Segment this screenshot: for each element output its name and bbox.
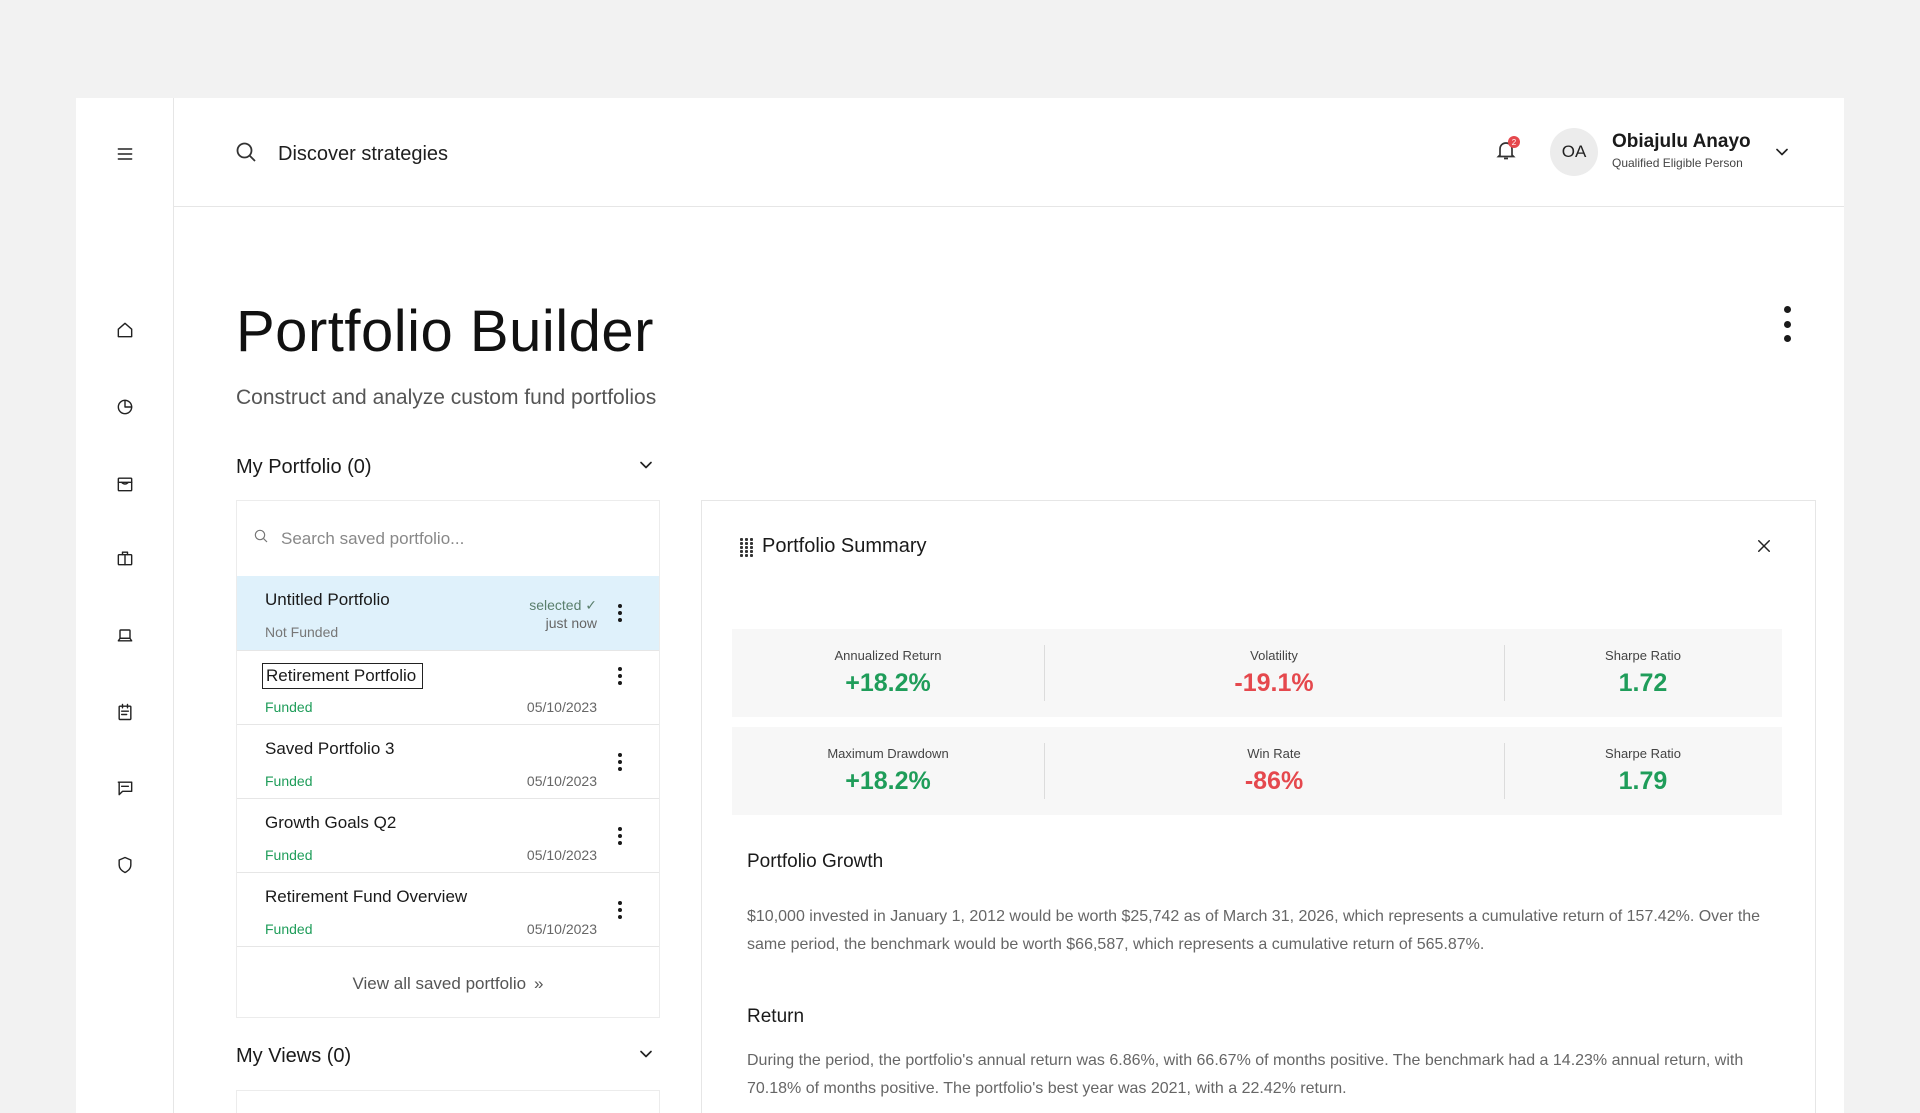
home-icon[interactable] (113, 318, 137, 342)
list-item[interactable]: Retirement Fund Overview Funded 05/10/20… (237, 872, 659, 946)
page-subtitle: Construct and analyze custom fund portfo… (236, 386, 657, 409)
metrics-row: Maximum Drawdown +18.2% Win Rate -86% Sh… (732, 727, 1782, 815)
summary-header: Portfolio Summary (740, 535, 927, 558)
notification-badge: 2 (1508, 136, 1520, 148)
summary-title: Portfolio Summary (762, 535, 927, 557)
search-icon (234, 140, 258, 169)
my-views-toggle[interactable]: My Views (0) (236, 1044, 656, 1069)
chevron-down-icon[interactable] (1772, 142, 1792, 162)
discover-search[interactable]: Discover strategies (234, 140, 448, 169)
double-chevron-right-icon: » (534, 973, 544, 993)
metric-annualized-return: Annualized Return +18.2% (834, 648, 942, 697)
sidebar-rail (76, 98, 174, 1113)
pie-chart-icon[interactable] (113, 395, 137, 419)
kebab-icon[interactable] (617, 901, 623, 919)
app-window: Discover strategies 2 OA Obiajulu Anayo … (76, 98, 1844, 1113)
laptop-icon[interactable] (113, 623, 137, 647)
avatar[interactable]: OA (1550, 128, 1598, 176)
portfolio-name: Retirement Fund Overview (265, 887, 468, 906)
top-bar: Discover strategies 2 OA Obiajulu Anayo … (174, 98, 1844, 207)
portfolio-name: Saved Portfolio 3 (265, 739, 395, 758)
portfolio-date: 05/10/2023 (526, 773, 597, 789)
portfolio-status: Not Funded (265, 624, 339, 640)
my-portfolio-toggle[interactable]: My Portfolio (0) (236, 455, 656, 480)
portfolio-name-input[interactable]: Retirement Portfolio (262, 663, 424, 689)
selected-indicator: selected ✓ just now (529, 597, 597, 631)
view-all-portfolios-link[interactable]: View all saved portfolio » (237, 946, 659, 1020)
metric-win-rate: Win Rate -86% (1044, 727, 1504, 815)
portfolio-search (237, 501, 659, 576)
portfolio-date: 05/10/2023 (526, 699, 597, 715)
portfolio-summary-panel: Portfolio Summary Annualized Return +18.… (701, 500, 1816, 1113)
kebab-icon[interactable] (617, 827, 623, 845)
portfolio-name: Untitled Portfolio (265, 590, 390, 609)
portfolio-search-input[interactable] (281, 528, 621, 549)
store-icon[interactable] (113, 472, 137, 496)
portfolio-name: Growth Goals Q2 (265, 813, 397, 832)
portfolio-status: Funded (265, 699, 313, 715)
list-item[interactable]: Retirement Portfolio Funded 05/10/2023 (237, 650, 659, 724)
kebab-icon[interactable] (617, 667, 623, 685)
list-item[interactable]: Saved Portfolio 3 Funded 05/10/2023 (237, 724, 659, 798)
saved-portfolio-list: Untitled Portfolio Not Funded selected ✓… (236, 500, 660, 1018)
portfolio-date: 05/10/2023 (526, 847, 597, 863)
view-all-label: View all saved portfolio (352, 973, 527, 993)
menu-icon[interactable] (113, 142, 137, 166)
portfolio-status: Funded (265, 921, 313, 937)
portfolio-growth-heading: Portfolio Growth (747, 851, 884, 872)
discover-search-label: Discover strategies (278, 143, 449, 165)
kebab-icon[interactable] (617, 753, 623, 771)
my-views-header: My Views (0) (236, 1045, 352, 1067)
my-views-panel (236, 1090, 660, 1113)
bell-icon (1494, 142, 1518, 166)
user-role: Qualified Eligible Person (1612, 156, 1743, 170)
chevron-down-icon (636, 1044, 656, 1069)
search-icon (253, 528, 269, 549)
briefcase-icon[interactable] (113, 546, 137, 570)
metric-maximum-drawdown: Maximum Drawdown +18.2% (827, 746, 949, 795)
return-text: During the period, the portfolio's annua… (747, 1052, 1744, 1097)
metric-sharpe-ratio: Sharpe Ratio 1.72 (1504, 629, 1782, 717)
portfolio-growth-text: $10,000 invested in January 1, 2012 woul… (747, 908, 1761, 953)
my-portfolio-header: My Portfolio (0) (236, 456, 372, 478)
kebab-icon[interactable] (617, 604, 623, 622)
page-more-menu[interactable] (1782, 306, 1792, 342)
portfolio-status: Funded (265, 847, 313, 863)
metric-volatility: Volatility -19.1% (1044, 629, 1504, 717)
return-heading: Return (747, 1006, 805, 1027)
chevron-down-icon (636, 455, 656, 480)
metric-sharpe-ratio: Sharpe Ratio 1.79 (1504, 727, 1782, 815)
shield-icon[interactable] (113, 853, 137, 877)
list-item[interactable]: Growth Goals Q2 Funded 05/10/2023 (237, 798, 659, 872)
portfolio-status: Funded (265, 773, 313, 789)
clipboard-icon[interactable] (113, 700, 137, 724)
portfolio-date: 05/10/2023 (526, 921, 597, 937)
chat-icon[interactable] (113, 776, 137, 800)
notifications-button[interactable]: 2 (1494, 136, 1520, 166)
user-name: Obiajulu Anayo (1612, 131, 1751, 152)
grip-icon[interactable] (740, 537, 754, 557)
list-item-selected[interactable]: Untitled Portfolio Not Funded selected ✓… (237, 576, 659, 650)
metrics-row: Annualized Return +18.2% Volatility -19.… (732, 629, 1782, 717)
close-icon[interactable] (1755, 537, 1775, 557)
user-info[interactable]: Obiajulu Anayo Qualified Eligible Person (1612, 131, 1751, 170)
page-title: Portfolio Builder (236, 299, 654, 364)
